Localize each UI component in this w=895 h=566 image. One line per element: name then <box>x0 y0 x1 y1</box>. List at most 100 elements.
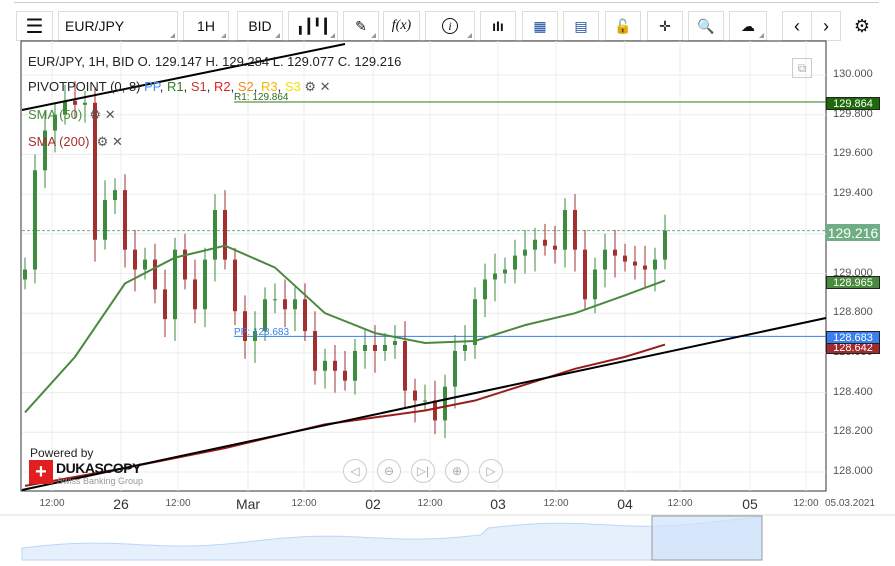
candle-body <box>543 239 547 246</box>
time-tick: 12:00 <box>39 498 65 509</box>
sma50-close-icon[interactable]: ✕ <box>105 107 116 122</box>
candle-body <box>623 255 627 262</box>
candle-body <box>313 331 317 371</box>
candle-body <box>323 360 327 371</box>
r1-line-label: R1: 129.864 <box>234 92 289 103</box>
candle-body <box>633 261 637 266</box>
candle-body <box>593 269 597 300</box>
candle-body <box>113 190 117 201</box>
candle-body <box>173 249 177 320</box>
pivot-settings-gear-icon[interactable]: ⚙ <box>304 79 316 94</box>
sma50-legend: SMA (50) ⚙ ✕ <box>28 107 116 123</box>
candle-body <box>203 259 207 310</box>
powered-by: Powered by <box>30 446 94 460</box>
time-tick: 12:00 <box>165 498 191 509</box>
candle-body <box>303 299 307 332</box>
candle-body <box>463 344 467 351</box>
candle-body <box>513 255 517 270</box>
time-tick: 05 <box>742 496 758 512</box>
time-tick: 12:00 <box>417 498 443 509</box>
candle-body <box>453 350 457 387</box>
candle-body <box>133 249 137 270</box>
candle-body <box>473 299 477 345</box>
sma200-settings-gear-icon[interactable]: ⚙ <box>97 134 109 149</box>
candle-body <box>443 386 447 421</box>
candle-body <box>503 269 507 274</box>
scroll-right-button[interactable]: ▷ <box>479 459 503 483</box>
candle-body <box>273 299 277 301</box>
candle-body <box>293 299 297 310</box>
time-tick: 12:00 <box>793 498 819 509</box>
candle-body <box>163 289 167 320</box>
candle-body <box>123 190 127 250</box>
candle-body <box>233 259 237 312</box>
time-tick: 26 <box>113 496 129 512</box>
candle-body <box>363 344 367 351</box>
candle-body <box>353 350 357 381</box>
candle-body <box>533 239 537 250</box>
pivot-item-r2: R2 <box>213 79 231 94</box>
candle-body <box>393 340 397 345</box>
pp-line-label: PP: 128.683 <box>234 327 290 338</box>
pivot-name: PIVOTPOINT (0, 8) <box>28 79 141 94</box>
sma50-name: SMA (50) <box>28 107 83 122</box>
candle-body <box>433 400 437 421</box>
sma200-name: SMA (200) <box>28 134 90 149</box>
price-tick: 129.400 <box>833 187 873 200</box>
candle-body <box>153 259 157 290</box>
logo-tagline: Swiss Banking Group <box>57 476 144 486</box>
pivot-item-r1: R1 <box>166 79 184 94</box>
time-tick: 04 <box>617 496 633 512</box>
price-tick: 128.000 <box>833 465 873 477</box>
time-tick: 03 <box>490 496 506 512</box>
candle-body <box>143 259 147 270</box>
candle-body <box>483 279 487 300</box>
time-tick: 05.03.2021 <box>824 498 876 509</box>
candle-body <box>373 344 377 351</box>
candle-body <box>223 209 227 260</box>
candle-body <box>643 265 647 270</box>
candle-body <box>553 245 557 250</box>
candle-body <box>333 360 337 371</box>
candle-body <box>83 102 87 105</box>
candle-body <box>423 400 427 402</box>
candle-body <box>653 259 657 270</box>
candle-body <box>663 230 667 260</box>
candle-body <box>403 340 407 391</box>
sma200-legend: SMA (200) ⚙ ✕ <box>28 134 123 150</box>
candle-body <box>493 273 497 280</box>
scroll-left-button[interactable]: ◁ <box>343 459 367 483</box>
pivot-close-icon[interactable]: ✕ <box>320 79 331 94</box>
candle-body <box>73 100 77 105</box>
candle-body <box>283 299 287 310</box>
price-tick: 128.200 <box>833 425 873 438</box>
candle-body <box>583 249 587 300</box>
zoom-out-button[interactable]: ⊖ <box>377 459 401 483</box>
zoom-in-button[interactable]: ⊕ <box>445 459 469 483</box>
sma50-settings-gear-icon[interactable]: ⚙ <box>89 107 101 122</box>
current-price-label: 129.216 <box>826 224 880 241</box>
time-tick: 02 <box>365 496 381 512</box>
navigator-series <box>21 516 763 561</box>
ohlc-legend: EUR/JPY, 1H, BID O. 129.147 H. 129.284 L… <box>28 54 402 69</box>
popout-icon[interactable]: ⧉ <box>792 58 812 78</box>
candle-body <box>603 249 607 270</box>
price-tick: 130.000 <box>833 68 873 80</box>
time-tick: 12:00 <box>667 498 693 509</box>
pivot-item-s1: S1 <box>190 79 207 94</box>
candle-body <box>103 200 107 240</box>
candle-body <box>573 209 577 250</box>
candle-body <box>213 209 217 260</box>
candle-body <box>563 209 567 250</box>
candle-body <box>343 370 347 381</box>
go-to-end-button[interactable]: ▷| <box>411 459 435 483</box>
time-tick: Mar <box>235 496 261 512</box>
sma200-close-icon[interactable]: ✕ <box>112 134 123 149</box>
candle-body <box>613 249 617 256</box>
plot-frame <box>20 40 827 492</box>
candle-body <box>523 249 527 256</box>
candle-body <box>193 279 197 310</box>
time-tick: 12:00 <box>543 498 569 509</box>
candle-body <box>23 269 27 280</box>
candle-body <box>413 390 417 401</box>
